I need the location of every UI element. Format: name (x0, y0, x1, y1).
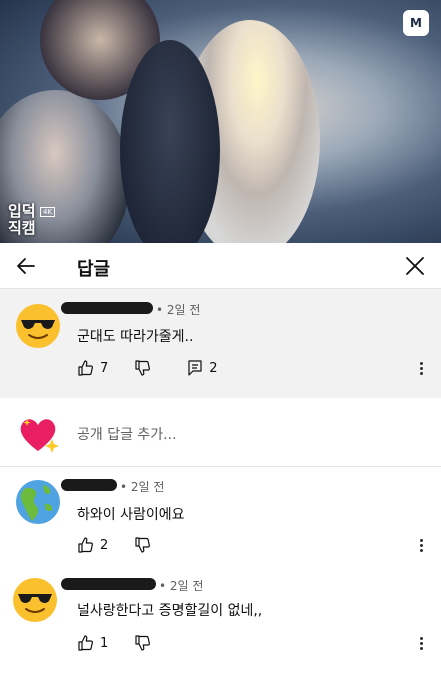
thumbs-down-icon (135, 360, 151, 376)
show-logo-line2: 직캠 (8, 219, 36, 237)
more-options-button[interactable] (417, 636, 425, 652)
sunglasses-emoji-icon[interactable] (12, 577, 58, 623)
comment-text: 군대도 따라가줄게.. (77, 329, 194, 345)
comment-actions: 7 2 (77, 360, 218, 376)
dislike-button[interactable] (134, 635, 151, 651)
reply-count-button[interactable]: 2 (188, 360, 218, 376)
add-reply-row: 공개 답글 추가... (0, 398, 441, 467)
like-button[interactable]: 2 (77, 537, 108, 553)
like-button[interactable]: 1 (77, 635, 108, 651)
reply-comment: • 2일 전 하와이 사람이에요 2 (0, 467, 441, 575)
comment-time: • 2일 전 (159, 579, 204, 593)
sparkling-heart-emoji-icon (15, 411, 61, 457)
parent-comment: • 2일 전 군대도 따라가줄게.. 7 2 (0, 289, 441, 398)
show-logo-line1: 입덕 (8, 202, 36, 220)
like-count: 1 (100, 635, 109, 651)
comment-time: • 2일 전 (120, 480, 165, 494)
dislike-button[interactable] (134, 360, 151, 376)
back-button[interactable] (14, 254, 38, 278)
thumbs-up-icon (78, 360, 93, 376)
like-button[interactable]: 7 (77, 360, 108, 376)
reply-comment: • 2일 전 널사랑한다고 증명할길이 없네,, 1 (0, 575, 441, 680)
reply-count: 2 (209, 360, 218, 376)
video-player[interactable]: M 4K 입덕 직캠 (0, 0, 441, 243)
page-title: 답글 (77, 259, 111, 280)
sunglasses-emoji-icon[interactable] (15, 303, 61, 349)
thumbs-up-icon (78, 537, 93, 553)
close-button[interactable] (403, 254, 427, 278)
like-count: 7 (100, 360, 109, 376)
thumbs-down-icon (135, 537, 151, 553)
comment-actions: 1 (77, 635, 151, 651)
quality-tag: 4K (40, 207, 56, 217)
add-reply-input[interactable]: 공개 답글 추가... (77, 424, 177, 444)
comment-text: 널사랑한다고 증명할길이 없네,, (77, 603, 263, 619)
comment-actions: 2 (77, 537, 151, 553)
more-options-button[interactable] (417, 361, 425, 377)
like-count: 2 (100, 537, 109, 553)
comment-text: 하와이 사람이에요 (77, 507, 185, 523)
comment-icon (188, 360, 202, 376)
close-icon (406, 257, 424, 275)
globe-americas-emoji-icon[interactable] (15, 479, 61, 525)
arrow-left-icon (17, 258, 35, 274)
channel-logo: M (403, 10, 429, 36)
comment-time: • 2일 전 (156, 303, 201, 317)
comment-author-redacted[interactable] (61, 302, 153, 314)
thumbs-up-icon (78, 635, 93, 651)
comment-author-redacted[interactable] (61, 479, 117, 491)
show-logo: 입덕 직캠 (8, 203, 36, 237)
replies-header: 답글 (0, 243, 441, 289)
more-options-button[interactable] (417, 538, 425, 554)
dislike-button[interactable] (134, 537, 151, 553)
comment-author-redacted[interactable] (61, 578, 156, 590)
thumbs-down-icon (135, 635, 151, 651)
